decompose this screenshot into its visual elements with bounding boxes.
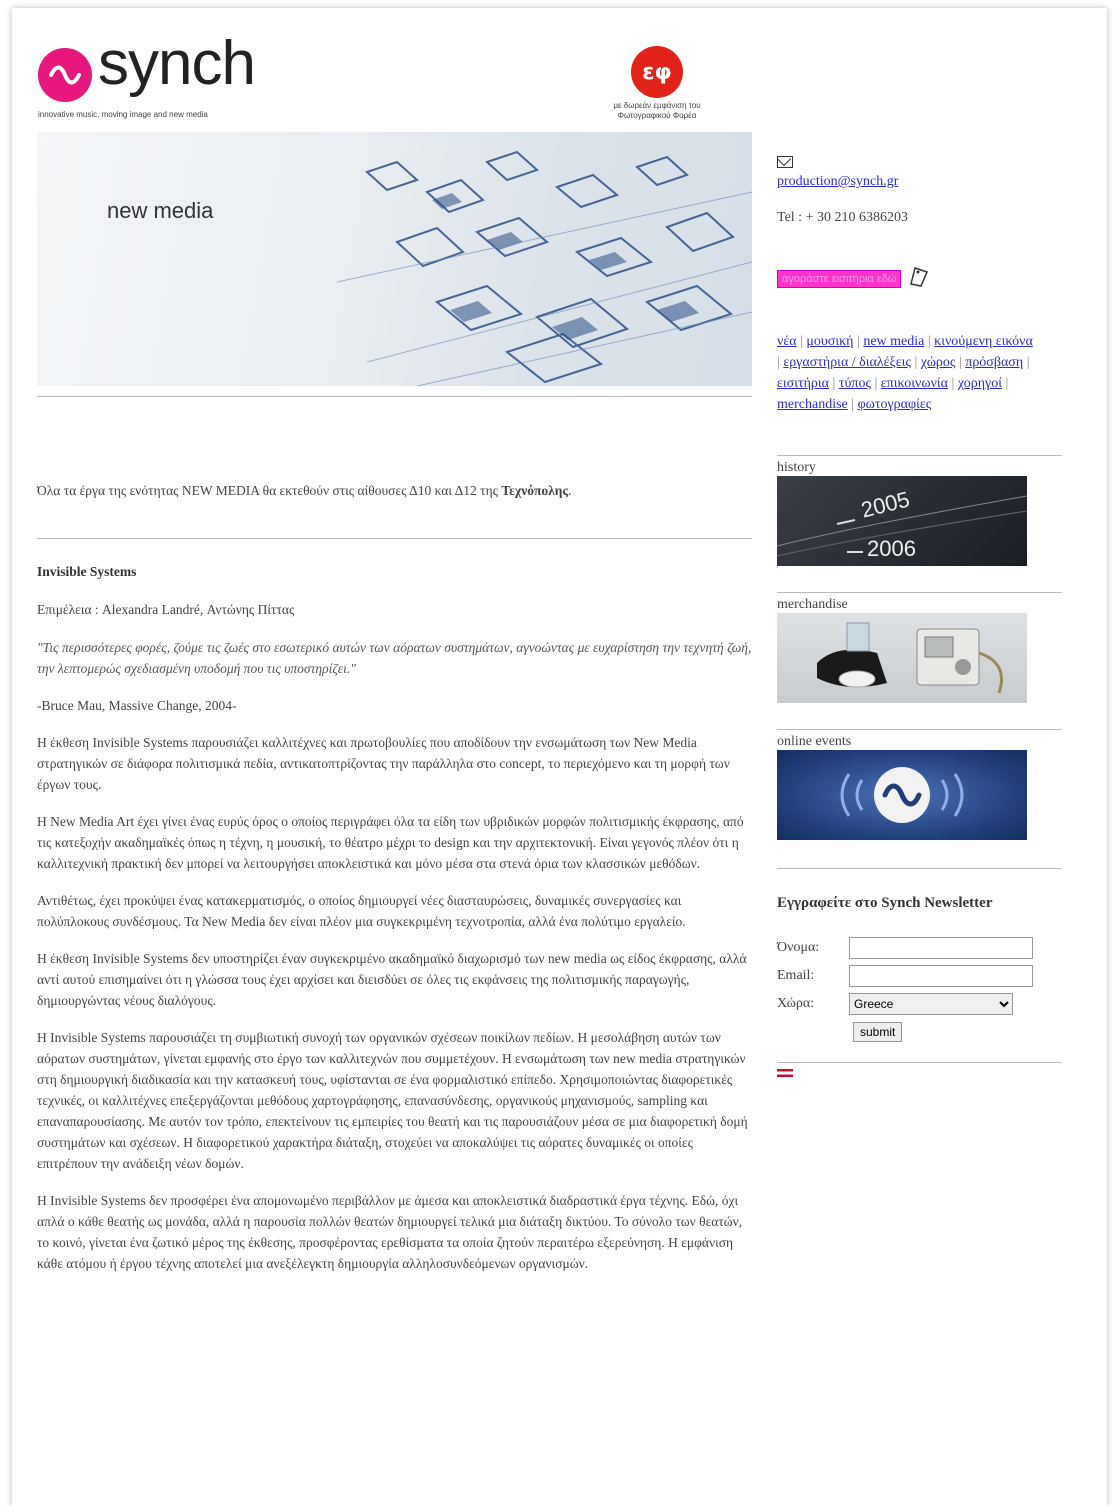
synch-logo[interactable]: synch innovative music, moving image and…: [38, 29, 298, 124]
intro-prefix: Όλα τα έργα της ενότητας NEW MEDIA θα εκ…: [37, 483, 499, 498]
history-label: history: [777, 460, 816, 475]
newsletter-form: Όνομα: Email: Χώρα: Greece submit: [777, 934, 1062, 1042]
synch-wave-icon: [840, 767, 964, 823]
buy-tickets-button[interactable]: αγοράστε εισιτήρια εδώ: [777, 269, 902, 288]
paragraph: Η Invisible Systems δεν προσφέρει ένα απ…: [37, 1193, 743, 1271]
flag-icon[interactable]: [777, 1069, 793, 1077]
newsletter-title: Εγγραφείτε στο Synch Newsletter: [777, 895, 993, 911]
nav-link[interactable]: new media: [863, 334, 924, 349]
curators: Επιμέλεια : Alexandra Landré, Αντώνης Πί…: [37, 602, 295, 617]
divider: [777, 455, 1062, 456]
phone-number: Tel : + 30 210 6386203: [777, 210, 908, 225]
nav-separator: |: [1023, 355, 1030, 370]
sponsor-emblem-icon: εφ: [631, 46, 683, 98]
nav-link[interactable]: χορηγοί: [958, 376, 1002, 391]
nav-separator: |: [847, 397, 858, 412]
divider: [777, 729, 1062, 730]
quote-attribution: -Bruce Mau, Massive Change, 2004-: [37, 698, 237, 713]
nav-link[interactable]: χώρος: [921, 355, 956, 370]
chairs-illustration: [336, 150, 752, 386]
paragraph: Η Invisible Systems παρουσιάζει τη συμβι…: [37, 1030, 748, 1171]
nav-link[interactable]: μουσική: [806, 334, 853, 349]
history-year: 2006: [867, 536, 916, 561]
divider: [37, 538, 752, 539]
sponsor-text: με δωρεάν εμφάνιση του Φωτογραφικού Φορέ…: [613, 101, 701, 120]
intro-text: Όλα τα έργα της ενότητας NEW MEDIA θα εκ…: [37, 483, 572, 498]
nav-separator: |: [955, 355, 966, 370]
ticket-icon: [905, 264, 931, 293]
submit-button[interactable]: submit: [853, 1022, 903, 1042]
divider: [777, 868, 1062, 869]
page: synch innovative music, moving image and…: [12, 8, 1107, 1506]
main-content: Όλα τα έργα της ενότητας NEW MEDIA θα εκ…: [37, 480, 752, 501]
nav-separator: |: [948, 376, 958, 391]
country-label: Χώρα:: [777, 996, 815, 1011]
article-heading: Invisible Systems: [37, 564, 137, 579]
nav-link[interactable]: νέα: [777, 334, 797, 349]
divider: [37, 396, 752, 397]
history-thumbnail[interactable]: 2005 2006: [777, 476, 1027, 566]
brand-name: synch: [98, 29, 256, 98]
nav-link[interactable]: πρόσβαση: [965, 355, 1023, 370]
nav-link[interactable]: merchandise: [777, 397, 848, 412]
online-events-thumbnail[interactable]: [777, 750, 1027, 840]
nav-separator: |: [829, 376, 839, 391]
nav-link[interactable]: φωτογραφίες: [858, 397, 932, 412]
online-events-label: online events: [777, 734, 852, 749]
nav-separator: |: [910, 355, 921, 370]
nav-link[interactable]: εργαστήρια / διαλέξεις: [783, 355, 911, 370]
email-field[interactable]: [849, 965, 1033, 987]
quote: "Τις περισσότερες φορές, ζούμε τις ζωές …: [37, 640, 752, 676]
synch-wave-icon: [38, 48, 92, 102]
brand-tagline: innovative music, moving image and new m…: [38, 110, 208, 119]
email-link[interactable]: production@synch.gr: [777, 174, 898, 189]
nav-separator: |: [796, 334, 807, 349]
divider: [777, 1062, 1062, 1063]
main-navigation: νέα | μουσική | new media | κινούμενη ει…: [777, 331, 1037, 415]
envelope-icon: [777, 156, 793, 168]
country-select[interactable]: Greece: [849, 993, 1013, 1015]
merchandise-thumbnail[interactable]: [777, 613, 1027, 703]
sponsor-logo: εφ με δωρεάν εμφάνιση του Φωτογραφικού Φ…: [612, 46, 702, 126]
intro-venue: Τεχνόπολης: [501, 483, 569, 498]
banner-image: new media: [37, 132, 752, 386]
sidebar: production@synch.gr Tel : + 30 210 63862…: [777, 156, 1062, 1077]
paragraph: Η έκθεση Invisible Systems παρουσιάζει κ…: [37, 735, 730, 792]
nav-separator: |: [1002, 376, 1009, 391]
nav-link[interactable]: κινούμενη εικόνα: [934, 334, 1033, 349]
nav-separator: |: [853, 334, 864, 349]
paragraph: Η έκθεση Invisible Systems δεν υποστηρίζ…: [37, 951, 747, 1008]
nav-link[interactable]: εισιτήρια: [777, 376, 829, 391]
banner-label: new media: [107, 198, 214, 223]
divider: [777, 592, 1062, 593]
name-field[interactable]: [849, 937, 1033, 959]
paragraph: Αντιθέτως, έχει προκύψει ένας κατακερματ…: [37, 893, 686, 929]
paragraph: Η New Media Art έχει γίνει ένας ευρύς όρ…: [37, 814, 744, 871]
nav-separator: |: [924, 334, 935, 349]
merchandise-label: merchandise: [777, 597, 848, 612]
nav-link[interactable]: τύπος: [839, 376, 871, 391]
nav-separator: |: [870, 376, 881, 391]
email-label: Email:: [777, 968, 815, 983]
name-label: Όνομα:: [777, 940, 820, 955]
article: Invisible Systems Επιμέλεια : Alexandra …: [37, 561, 752, 1274]
nav-link[interactable]: επικοινωνία: [881, 376, 948, 391]
